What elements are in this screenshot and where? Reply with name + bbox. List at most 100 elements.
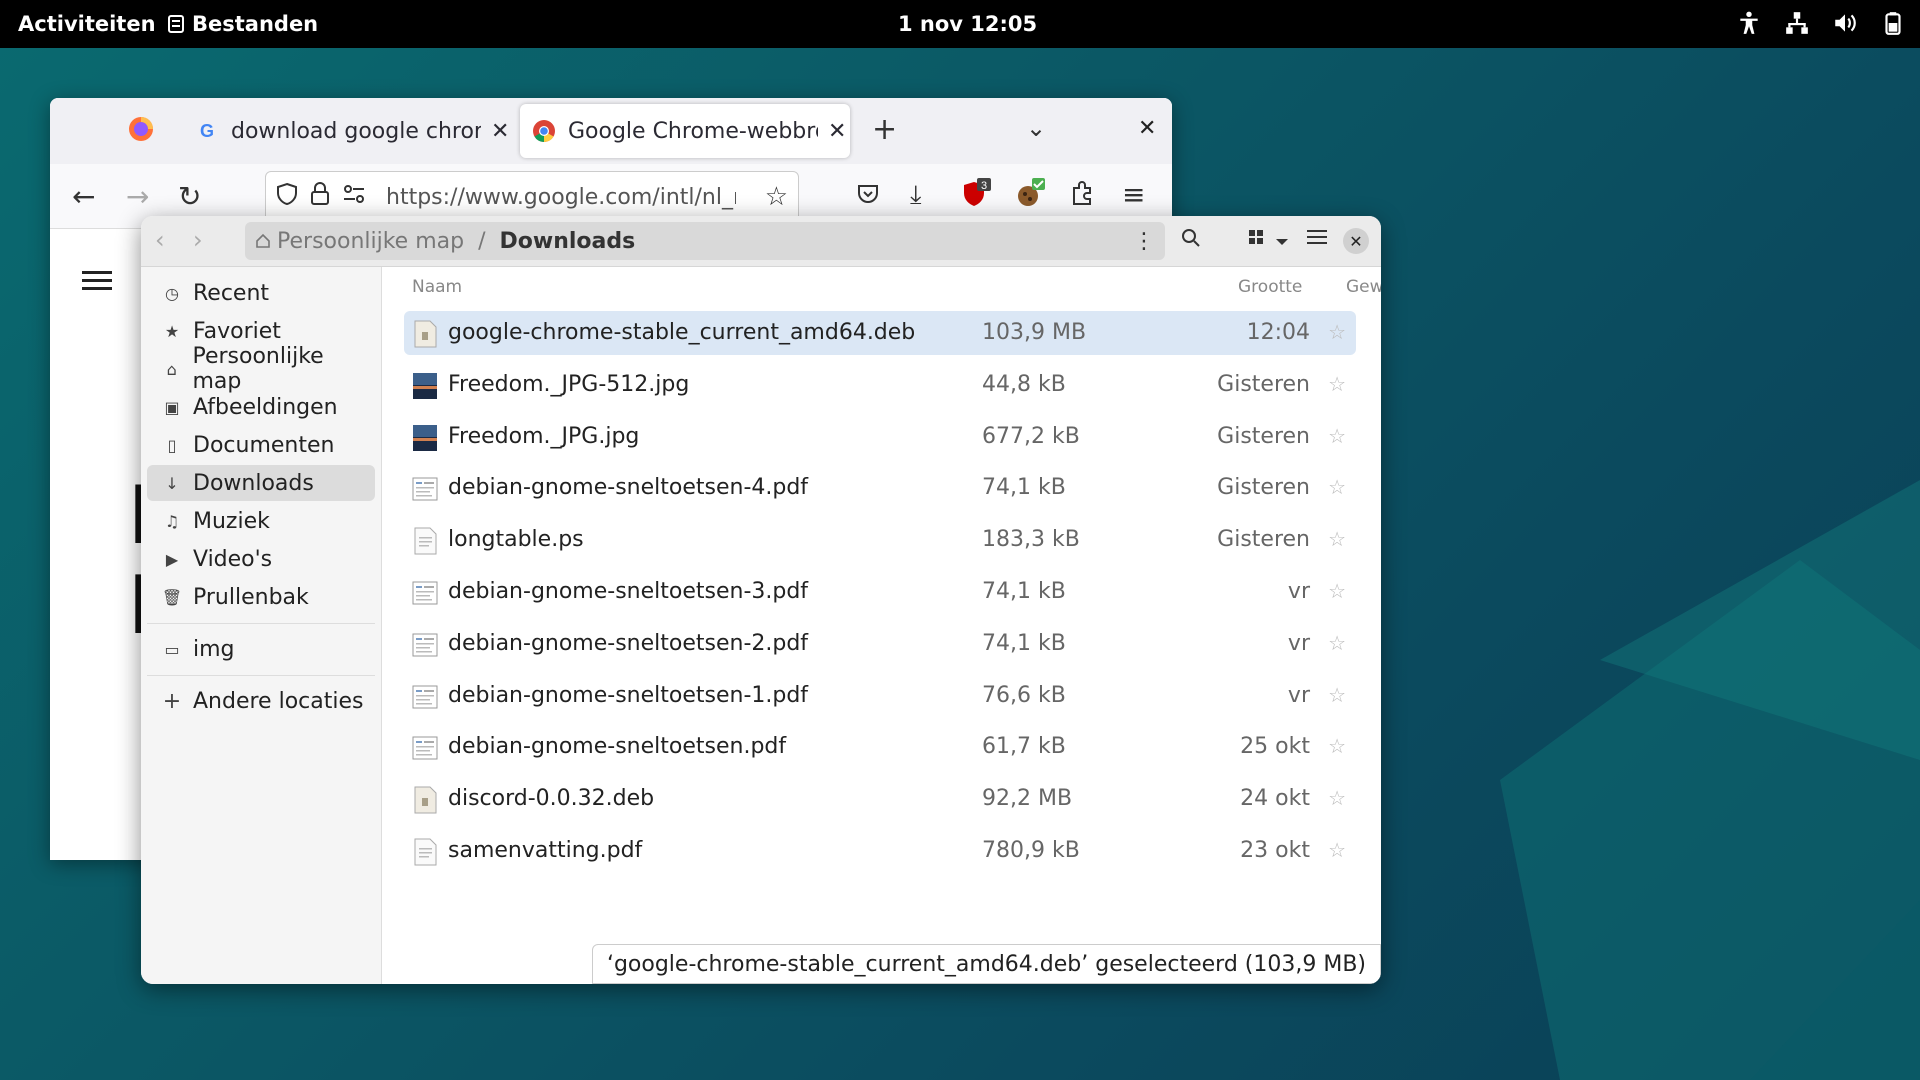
close-window-icon[interactable]: ✕ [1138,116,1156,141]
tab-google-search[interactable]: G download google chrome ✕ [185,104,515,158]
back-icon[interactable]: ‹ [155,226,165,254]
favorite-star-icon[interactable]: ☆ [1328,320,1346,344]
favorite-star-icon[interactable]: ☆ [1328,631,1346,655]
extensions-icon[interactable] [1070,180,1096,213]
sidebar-item-documents[interactable]: ▯ Documenten [147,427,375,463]
file-modified: Gisteren [1217,527,1310,553]
kebab-menu-icon[interactable]: ⋮ [1133,229,1155,254]
sidebar-item-other-locations[interactable]: + Andere locaties [147,683,375,719]
grid-view-icon[interactable] [1247,228,1265,250]
close-tab-icon[interactable]: ✕ [491,119,509,144]
sidebar-item-home[interactable]: ⌂ Persoonlijke map [147,344,375,394]
file-modified: vr [1287,630,1310,656]
ublock-extension-icon[interactable]: 3 [962,178,992,214]
file-row[interactable]: debian-gnome-sneltoetsen-1.pdf 76,6 kB vr ☆ [404,674,1356,718]
column-size[interactable]: Grootte [1238,277,1302,297]
file-row[interactable]: discord-0.0.32.deb 92,2 MB 24 okt ☆ [404,777,1356,821]
pdf-file-icon [412,736,438,760]
image-file-icon [413,372,437,399]
close-tab-icon[interactable]: ✕ [828,119,846,144]
reload-icon[interactable]: ↻ [178,180,201,213]
column-name[interactable]: Naam [412,277,462,297]
tab-chrome-download[interactable]: Google Chrome-webbrowser ✕ [520,104,850,158]
file-modified: vr [1287,682,1310,708]
bookmark-star-icon[interactable]: ☆ [765,182,788,212]
sidebar-item-pictures[interactable]: ▣ Afbeeldingen [147,389,375,425]
sidebar-item-recent[interactable]: ◷ Recent [147,275,375,311]
clock[interactable]: 1 nov 12:05 [898,12,1037,36]
system-tray[interactable] [1736,10,1906,36]
breadcrumb-home[interactable]: Persoonlijke map [255,229,464,254]
file-row[interactable]: Freedom._JPG-512.jpg 44,8 kB Gisteren ☆ [404,363,1356,407]
battery-icon[interactable] [1880,10,1906,36]
favorite-star-icon[interactable]: ☆ [1328,475,1346,499]
volume-icon[interactable] [1832,10,1858,36]
favorite-star-icon[interactable]: ☆ [1328,372,1346,396]
column-modified[interactable]: Gewijzigd [1346,277,1381,297]
tab-title: download google chrome [231,118,481,144]
accessibility-icon[interactable] [1736,10,1762,36]
sidebar-item-downloads[interactable]: ↓ Downloads [147,465,375,501]
new-tab-icon[interactable]: + [872,112,897,147]
file-name: Freedom._JPG.jpg [448,423,640,449]
view-options-chevron-icon[interactable] [1275,232,1289,251]
favorite-star-icon[interactable]: ☆ [1328,734,1346,758]
downloads-icon[interactable]: ⤓ [910,180,922,211]
sidebar-divider [147,675,375,676]
activities-button[interactable]: Activiteiten [18,12,156,36]
favorite-star-icon[interactable]: ☆ [1328,786,1346,810]
package-file-icon [414,320,437,348]
star-icon: ★ [164,321,180,341]
network-icon[interactable] [1784,10,1810,36]
firefox-view-button[interactable] [128,116,154,146]
file-size: 44,8 kB [982,371,1066,397]
pocket-icon[interactable] [856,182,880,210]
file-row[interactable]: debian-gnome-sneltoetsen-3.pdf 74,1 kB vr ☆ [404,570,1356,614]
favorite-star-icon[interactable]: ☆ [1328,424,1346,448]
chevron-down-icon[interactable]: ⌄ [1026,114,1046,142]
favorite-star-icon[interactable]: ☆ [1328,527,1346,551]
sidebar-item-trash[interactable]: 🗑 Prullenbak [147,579,375,615]
file-size: 74,1 kB [982,579,1066,604]
file-row[interactable]: debian-gnome-sneltoetsen-4.pdf 74,1 kB Gis… [404,466,1356,510]
file-modified: Gisteren [1217,371,1310,397]
permissions-icon[interactable] [342,184,366,210]
breadcrumb-current[interactable]: Downloads [500,229,636,254]
forward-icon[interactable]: → [126,180,149,213]
hamburger-menu-icon[interactable] [82,269,112,293]
sidebar-item-music[interactable]: ♫ Muziek [147,503,375,539]
forward-icon[interactable]: › [193,226,203,254]
home-icon: ⌂ [166,359,177,379]
path-bar[interactable]: Persoonlijke map / Downloads ⋮ [245,222,1165,260]
file-modified: 25 okt [1240,734,1310,760]
lock-icon[interactable] [310,182,330,212]
plus-icon: + [162,688,182,714]
menu-icon[interactable] [1307,228,1327,250]
app-menu[interactable]: Bestanden [168,12,318,36]
search-icon[interactable] [1181,228,1201,252]
app-menu-icon[interactable]: ≡ [1122,178,1145,211]
file-name: debian-gnome-sneltoetsen-2.pdf [448,630,809,656]
sidebar-item-videos[interactable]: ▶ Video's [147,541,375,577]
file-row[interactable]: google-chrome-stable_current_amd64.deb 10… [404,311,1356,355]
document-file-icon [414,527,437,555]
cookie-extension-icon[interactable] [1016,178,1046,214]
file-row[interactable]: debian-gnome-sneltoetsen-2.pdf 74,1 kB vr ☆ [404,622,1356,666]
favorite-star-icon[interactable]: ☆ [1328,838,1346,862]
url-text[interactable]: https://www.google.com/intl/nl_nl [386,185,736,210]
folder-icon: ▭ [164,639,180,659]
back-icon[interactable]: ← [72,180,95,213]
tab-title: Google Chrome-webbrowser [568,118,818,144]
sidebar-item-label: Afbeeldingen [193,394,338,420]
file-row[interactable]: Freedom._JPG.jpg 677,2 kB Gisteren ☆ [404,415,1356,459]
favorite-star-icon[interactable]: ☆ [1328,579,1346,603]
shield-icon[interactable] [276,182,298,212]
file-row[interactable]: samenvatting.pdf 780,9 kB 23 okt ☆ [404,829,1356,873]
pdf-file-icon [412,477,438,501]
favorite-star-icon[interactable]: ☆ [1328,683,1346,707]
file-row[interactable]: longtable.ps 183,3 kB Gisteren ☆ [404,518,1356,562]
close-icon[interactable]: ✕ [1343,228,1369,254]
chrome-icon [533,120,555,142]
sidebar-item-img[interactable]: ▭ img [147,631,375,667]
file-row[interactable]: debian-gnome-sneltoetsen.pdf 61,7 kB 25 ok… [404,725,1356,769]
